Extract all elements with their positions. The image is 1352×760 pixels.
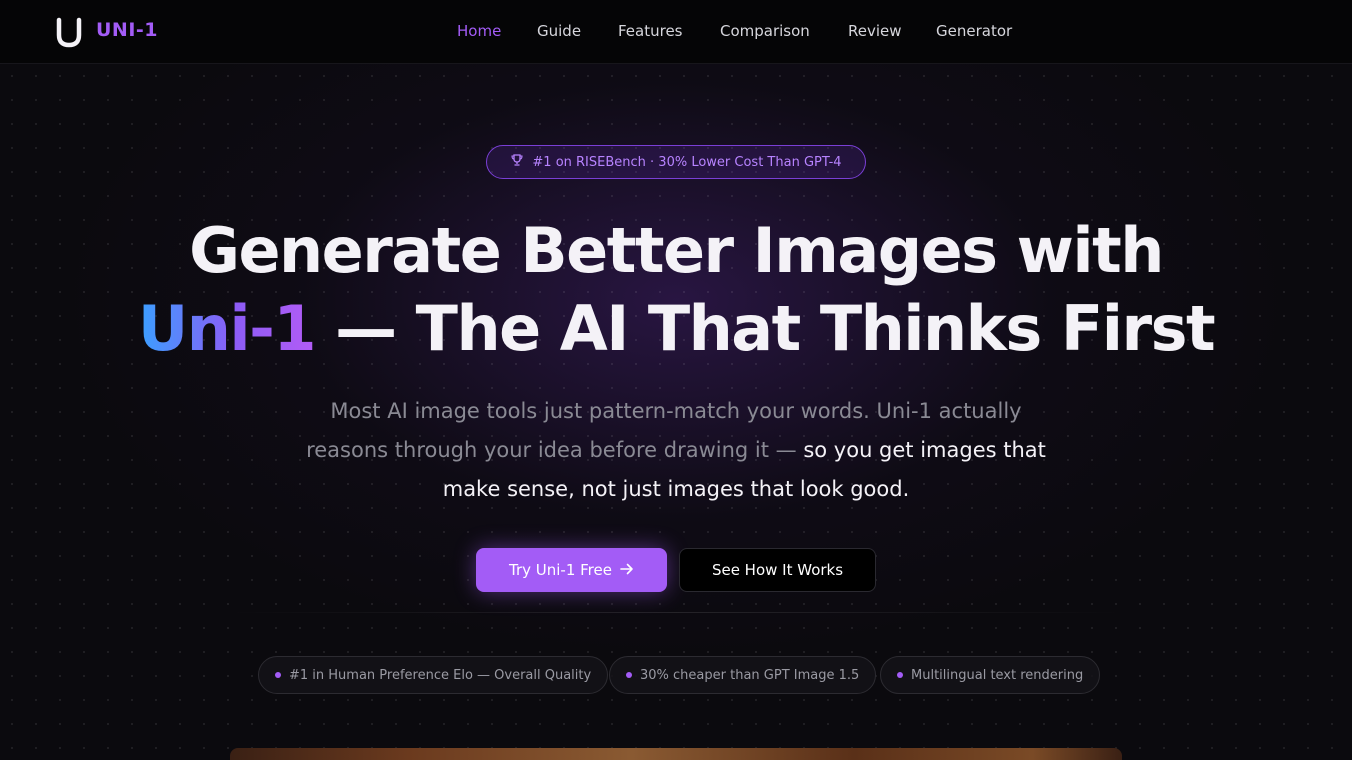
nav-guide[interactable]: Guide bbox=[537, 22, 581, 40]
try-free-label: Try Uni-1 Free bbox=[509, 561, 612, 579]
hero-title-line1: Generate Better Images with bbox=[189, 214, 1164, 287]
nav-home[interactable]: Home bbox=[457, 22, 501, 40]
highlight-pill: 30% cheaper than GPT Image 1.5 bbox=[609, 656, 877, 694]
page-background bbox=[0, 0, 1352, 760]
bullet-dot-icon bbox=[275, 672, 281, 678]
highlight-text: 30% cheaper than GPT Image 1.5 bbox=[640, 667, 860, 683]
bullet-dot-icon bbox=[897, 672, 903, 678]
main-nav: Home Guide Features Comparison Review Ge… bbox=[0, 0, 1352, 64]
trophy-icon bbox=[510, 153, 524, 171]
arrow-right-icon bbox=[620, 561, 634, 579]
nav-generator[interactable]: Generator bbox=[936, 22, 1012, 40]
nav-features[interactable]: Features bbox=[618, 22, 683, 40]
try-free-button[interactable]: Try Uni-1 Free bbox=[476, 548, 667, 592]
nav-review[interactable]: Review bbox=[848, 22, 902, 40]
highlight-text: Multilingual text rendering bbox=[911, 667, 1084, 683]
top-navbar: UNI-1 Home Guide Features Comparison Rev… bbox=[0, 0, 1352, 64]
hero-title-line2-rest: — The AI That Thinks First bbox=[314, 292, 1216, 365]
highlight-text: #1 in Human Preference Elo — Overall Qua… bbox=[289, 667, 592, 683]
section-divider bbox=[228, 612, 1124, 613]
highlight-pill: #1 in Human Preference Elo — Overall Qua… bbox=[258, 656, 609, 694]
preview-image bbox=[230, 748, 1122, 760]
bullet-dot-icon bbox=[626, 672, 632, 678]
hero-title-accent: Uni-1 bbox=[137, 292, 317, 365]
nav-comparison[interactable]: Comparison bbox=[720, 22, 810, 40]
see-how-it-works-button[interactable]: See How It Works bbox=[679, 548, 876, 592]
hero-subtitle: Most AI image tools just pattern-match y… bbox=[296, 392, 1056, 509]
badge-text: #1 on RISEBench · 30% Lower Cost Than GP… bbox=[532, 154, 842, 170]
highlight-pill: Multilingual text rendering bbox=[880, 656, 1101, 694]
hero-title: Generate Better Images with Uni-1 — The … bbox=[0, 212, 1352, 368]
ranking-badge: #1 on RISEBench · 30% Lower Cost Than GP… bbox=[486, 145, 866, 179]
hero-title-line2: Uni-1 — The AI That Thinks First bbox=[0, 290, 1352, 368]
